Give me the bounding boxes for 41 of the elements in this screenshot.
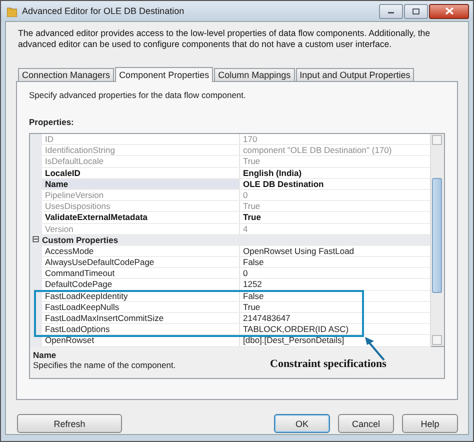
property-name[interactable]: DefaultCodePage [42, 279, 240, 290]
property-name[interactable]: Name [42, 178, 240, 189]
property-name[interactable]: CommandTimeout [42, 268, 240, 278]
description-title: Name [33, 350, 58, 360]
property-value[interactable]: True [240, 212, 261, 222]
window-title: Advanced Editor for OLE DB Destination [22, 6, 186, 16]
panel-hint: Specify advanced properties for the data flow component. [29, 90, 247, 100]
tab[interactable]: Component Properties [115, 67, 214, 82]
properties-label: Properties: [29, 117, 75, 127]
category-header: Custom Properties [42, 234, 118, 245]
property-value[interactable]: 1252 [240, 279, 262, 290]
collapse-toggle[interactable]: ⊟ [30, 234, 42, 245]
property-name[interactable]: FastLoadKeepNulls [42, 302, 240, 312]
property-name[interactable]: AlwaysUseDefaultCodePage [42, 257, 240, 268]
dialog-button[interactable]: Refresh [17, 414, 122, 433]
property-value[interactable]: [dbo].[Dest_PersonDetails] [240, 335, 344, 346]
property-value[interactable]: OLE DB Destination [240, 178, 324, 189]
tab[interactable]: Input and Output Properties [296, 68, 414, 81]
property-value[interactable]: English (India) [240, 168, 302, 178]
property-value[interactable]: TABLOCK,ORDER(ID ASC) [240, 324, 349, 334]
property-name[interactable]: FastLoadKeepIdentity [42, 290, 240, 301]
tab[interactable]: Column Mappings [214, 68, 295, 81]
property-value[interactable]: True [240, 302, 260, 312]
property-name[interactable]: ValidateExternalMetadata [42, 212, 240, 222]
annotation-caption: Constraint specifications [270, 358, 386, 370]
property-value[interactable]: False [240, 257, 264, 268]
property-name[interactable]: OpenRowset [42, 335, 240, 346]
property-name[interactable]: FastLoadOptions [42, 324, 240, 334]
property-name[interactable]: LocaleID [42, 168, 240, 178]
property-name[interactable]: AccessMode [42, 246, 240, 256]
dialog-button[interactable]: Cancel [338, 414, 394, 433]
dialog-button[interactable]: Help [402, 414, 458, 433]
dialog-button[interactable]: OK [274, 414, 330, 433]
property-value[interactable]: 0 [240, 268, 248, 278]
property-value[interactable]: OpenRowset Using FastLoad [240, 246, 354, 256]
editor-description: The advanced editor provides access to the low-level properties of data flow components. Additionally, the advanced editor can be used to configure components that do not have a custom user interface. [18, 28, 432, 51]
property-name[interactable]: FastLoadMaxInsertCommitSize [42, 313, 240, 324]
property-value[interactable]: 2147483647 [240, 313, 290, 324]
tab[interactable]: Connection Managers [18, 68, 114, 81]
property-value[interactable]: False [240, 290, 264, 301]
description-text: Specifies the name of the component. [33, 360, 176, 370]
